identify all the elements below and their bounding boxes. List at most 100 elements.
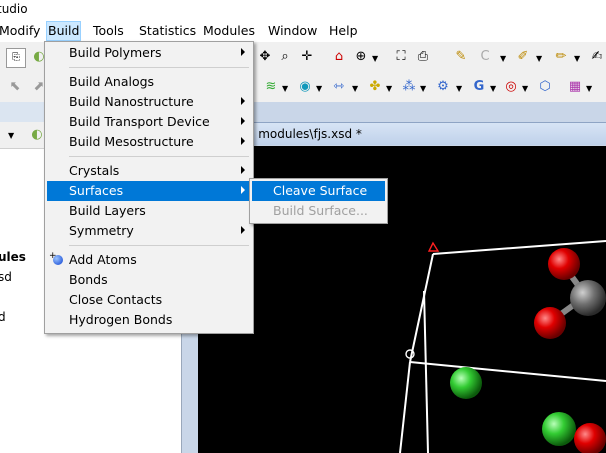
chevron-down-icon[interactable]: ▼ bbox=[8, 131, 14, 140]
home-icon[interactable]: ⌂ bbox=[330, 48, 348, 66]
chevron-down-icon[interactable]: ▼ bbox=[386, 84, 392, 93]
menu-item-build-transport-device[interactable]: Build Transport Device bbox=[47, 112, 251, 132]
menu-modify[interactable]: Modify bbox=[0, 23, 42, 38]
document-title: tal modules\fjs.xsd * bbox=[239, 127, 362, 141]
axis-marker bbox=[405, 349, 415, 359]
menu-item-build-surface[interactable]: Build Surface... bbox=[252, 201, 385, 221]
submenu-arrow-icon bbox=[241, 226, 245, 234]
oxygen-atom bbox=[574, 423, 606, 453]
export-icon[interactable]: ⎙ bbox=[414, 48, 432, 66]
menu-item-build-analogs[interactable]: Build Analogs bbox=[47, 72, 251, 92]
paint-icon[interactable]: ✐ bbox=[514, 48, 532, 66]
menu-item-label: Close Contacts bbox=[69, 292, 163, 307]
chevron-down-icon[interactable]: ▼ bbox=[352, 84, 358, 93]
menu-statistics[interactable]: Statistics bbox=[137, 23, 198, 38]
window-title: tudio bbox=[0, 2, 28, 16]
cluster-icon[interactable]: ✤ bbox=[366, 78, 384, 96]
tree-item-xsd[interactable]: sd bbox=[0, 270, 12, 284]
menu-separator bbox=[69, 156, 249, 157]
menu-item-build-polymers[interactable]: Build Polymers bbox=[47, 43, 251, 63]
chevron-down-icon[interactable]: ▼ bbox=[574, 54, 580, 63]
submenu-arrow-icon bbox=[241, 117, 245, 125]
menu-item-label: Crystals bbox=[69, 163, 120, 178]
menu-item-label: Surfaces bbox=[69, 183, 124, 198]
menu-help[interactable]: Help bbox=[327, 23, 360, 38]
grid-icon[interactable]: ⁂ bbox=[400, 78, 418, 96]
oxygen-atom bbox=[534, 307, 566, 339]
submenu-arrow-icon bbox=[241, 186, 245, 194]
origin-marker bbox=[427, 241, 440, 252]
chevron-down-icon[interactable]: ▼ bbox=[536, 54, 542, 63]
chevron-down-icon[interactable]: ▼ bbox=[586, 84, 592, 93]
rotate-icon[interactable]: ⊕ bbox=[352, 48, 370, 66]
cycle-icon[interactable]: ◉ bbox=[296, 78, 314, 96]
menu-item-hydrogen-bonds[interactable]: Hydrogen Bonds bbox=[47, 310, 251, 330]
menu-modules[interactable]: Modules bbox=[201, 23, 257, 38]
menu-item-surfaces[interactable]: Surfaces bbox=[47, 181, 251, 201]
chevron-down-icon[interactable]: ▼ bbox=[490, 84, 496, 93]
submenu-arrow-icon bbox=[241, 48, 245, 56]
menu-item-symmetry[interactable]: Symmetry bbox=[47, 221, 251, 241]
menu-item-label: Build Surface... bbox=[273, 203, 368, 218]
menu-item-add-atoms[interactable]: + Add Atoms bbox=[47, 250, 251, 270]
menu-window[interactable]: Window bbox=[266, 23, 319, 38]
menu-item-label: Cleave Surface bbox=[273, 183, 368, 198]
tree-item-modules[interactable]: ules bbox=[0, 250, 26, 264]
target-icon[interactable]: ◎ bbox=[502, 78, 520, 96]
menu-separator bbox=[69, 245, 249, 246]
g-icon[interactable]: G bbox=[470, 78, 488, 96]
menu-item-build-mesostructure[interactable]: Build Mesostructure bbox=[47, 132, 251, 152]
menu-item-label: Build Layers bbox=[69, 203, 146, 218]
menu-bar: Modify Build Tools Statistics Modules Wi… bbox=[0, 20, 606, 43]
menu-item-label: Add Atoms bbox=[69, 252, 137, 267]
menu-item-label: Build Mesostructure bbox=[69, 134, 194, 149]
menu-item-crystals[interactable]: Crystals bbox=[47, 161, 251, 181]
menu-item-label: Build Transport Device bbox=[69, 114, 210, 129]
select-icon[interactable]: ⬉ bbox=[6, 78, 24, 96]
chlorine-atom bbox=[450, 367, 482, 399]
zoom-icon[interactable]: ⌕ bbox=[276, 48, 294, 66]
menu-item-cleave-surface[interactable]: Cleave Surface bbox=[252, 181, 385, 201]
document-tab[interactable]: tal modules\fjs.xsd * bbox=[202, 122, 606, 145]
chevron-down-icon[interactable]: ▼ bbox=[372, 54, 378, 63]
menu-build[interactable]: Build bbox=[46, 21, 82, 41]
menu-item-close-contacts[interactable]: Close Contacts bbox=[47, 290, 251, 310]
submenu-arrow-icon bbox=[241, 97, 245, 105]
menu-item-bonds[interactable]: Bonds bbox=[47, 270, 251, 290]
menu-item-label: Build Nanostructure bbox=[69, 94, 194, 109]
snap-icon[interactable]: ✥ bbox=[256, 48, 274, 66]
gear-icon[interactable]: ⚙ bbox=[434, 78, 452, 96]
title-bar: tudio bbox=[0, 0, 606, 20]
open-icon[interactable]: ⎘ bbox=[6, 48, 26, 68]
menu-tools[interactable]: Tools bbox=[91, 23, 126, 38]
menu-item-label: Build Polymers bbox=[69, 45, 162, 60]
pencil-icon[interactable]: ✎ bbox=[452, 48, 470, 66]
chevron-down-icon[interactable]: ▼ bbox=[316, 84, 322, 93]
chevron-down-icon[interactable]: ▼ bbox=[500, 54, 506, 63]
arrows-icon[interactable]: ⇿ bbox=[330, 78, 348, 96]
bars-icon[interactable]: ▦ bbox=[566, 78, 584, 96]
chevron-down-icon[interactable]: ▼ bbox=[420, 84, 426, 93]
build-menu: Build Polymers Build Analogs Build Nanos… bbox=[44, 41, 254, 334]
oxygen-atom bbox=[548, 248, 580, 280]
menu-item-build-layers[interactable]: Build Layers bbox=[47, 201, 251, 221]
brush-icon[interactable]: ✏ bbox=[552, 48, 570, 66]
chevron-down-icon[interactable]: ▼ bbox=[522, 84, 528, 93]
surfaces-submenu: Cleave Surface Build Surface... bbox=[249, 178, 388, 224]
tree-item-d[interactable]: d bbox=[0, 310, 6, 324]
menu-item-build-nanostructure[interactable]: Build Nanostructure bbox=[47, 92, 251, 112]
menu-separator bbox=[69, 67, 249, 68]
chevron-down-icon[interactable]: ▼ bbox=[456, 84, 462, 93]
fit-icon[interactable]: ⛶ bbox=[392, 48, 410, 66]
color-icon[interactable]: C bbox=[476, 48, 494, 66]
pan-icon[interactable]: ✛ bbox=[298, 48, 316, 66]
chevron-down-icon[interactable]: ▼ bbox=[282, 84, 288, 93]
curve-icon[interactable]: ≋ bbox=[262, 78, 280, 96]
submenu-arrow-icon bbox=[241, 137, 245, 145]
chlorine-atom bbox=[542, 412, 576, 446]
edit-icon[interactable]: ✍ bbox=[588, 48, 606, 66]
menu-item-label: Hydrogen Bonds bbox=[69, 312, 173, 327]
atom-icon bbox=[53, 255, 63, 265]
cube-icon[interactable]: ⬡ bbox=[536, 78, 554, 96]
submenu-arrow-icon bbox=[241, 166, 245, 174]
